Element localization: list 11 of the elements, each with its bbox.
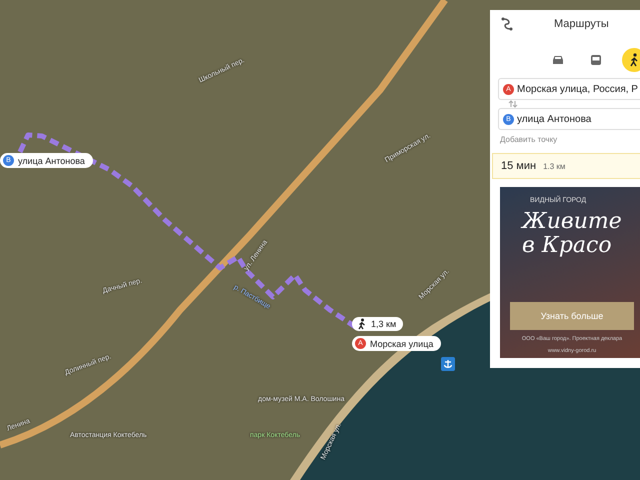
bus-icon xyxy=(590,54,602,66)
car-icon xyxy=(551,54,565,66)
anchor-icon xyxy=(441,357,455,371)
walking-icon xyxy=(628,53,640,67)
ad-headline: Живите в Красо xyxy=(520,210,623,258)
add-point-link[interactable]: Добавить точку xyxy=(490,130,568,149)
distance-label: 1,3 км xyxy=(352,317,404,331)
panel-title: Маршруты xyxy=(554,18,609,30)
route-icon[interactable] xyxy=(500,17,514,31)
route-option[interactable]: 15 мин 1.3 км xyxy=(492,153,640,179)
walk-mode-tab[interactable] xyxy=(622,48,640,72)
